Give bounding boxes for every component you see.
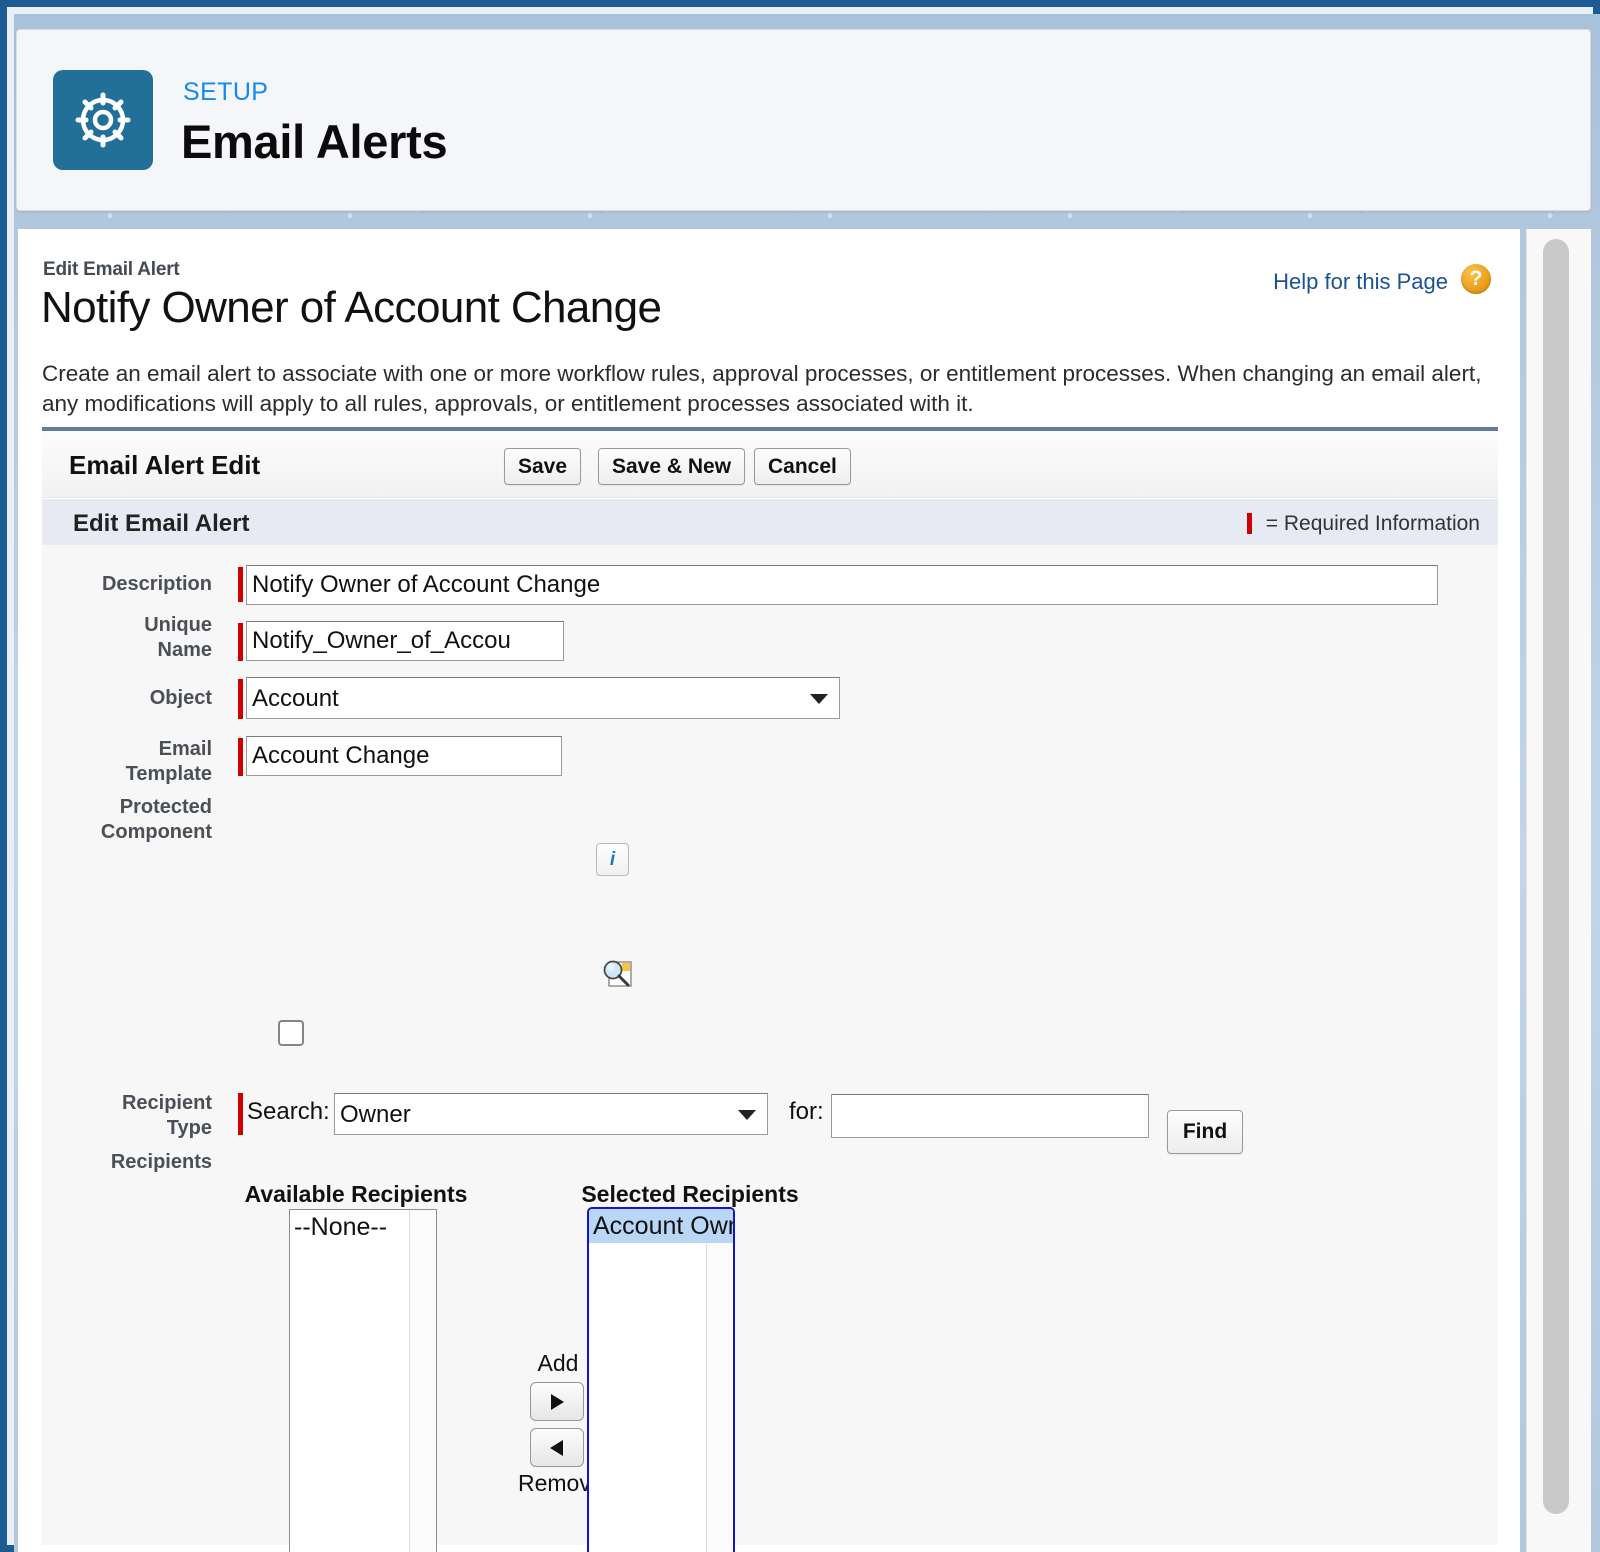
triangle-right-icon xyxy=(551,1394,564,1410)
object-label: Object xyxy=(149,687,212,709)
protected-component-checkbox[interactable] xyxy=(278,1020,304,1046)
required-legend-text: = Required Information xyxy=(1265,512,1480,535)
lookup-magnifier-icon[interactable] xyxy=(599,957,635,991)
email-template-input[interactable] xyxy=(246,736,562,776)
object-select-wrapper[interactable]: Account xyxy=(246,677,840,719)
add-label: Add xyxy=(537,1350,579,1376)
cancel-button[interactable]: Cancel xyxy=(754,448,851,485)
intro-description: Create an email alert to associate with … xyxy=(42,361,1482,416)
recipient-type-label-line1: Recipient xyxy=(121,1092,212,1114)
recipient-search-select[interactable]: Owner xyxy=(334,1093,768,1135)
page-title: Email Alerts xyxy=(181,115,448,168)
selected-recipients-listbox[interactable]: Account Owner xyxy=(587,1207,735,1552)
section-header-band: Edit Email Alert = Required Information xyxy=(42,499,1498,546)
edit-toolbar-title: Email Alert Edit xyxy=(69,450,261,480)
browser-window-frame: SETUP Email Alerts Edit Email Alert Noti… xyxy=(0,0,1600,1552)
available-recipients-header: Available Recipients xyxy=(244,1181,468,1207)
add-button[interactable] xyxy=(530,1382,584,1421)
unique-name-required-marker xyxy=(238,623,243,661)
recipient-search-for-input[interactable] xyxy=(831,1094,1149,1138)
email-template-label-line1: Email xyxy=(158,738,212,760)
unique-name-input[interactable] xyxy=(246,621,564,661)
unique-name-label-line2: Name xyxy=(157,639,212,661)
object-required-marker xyxy=(238,679,243,719)
remove-button[interactable] xyxy=(530,1428,584,1467)
protected-component-label-line2: Component xyxy=(100,821,212,843)
selected-listbox-scrollbar[interactable] xyxy=(706,1209,733,1552)
section-title: Edit Email Alert xyxy=(73,510,250,537)
help-for-this-page-link[interactable]: Help for this Page xyxy=(1273,269,1448,295)
unique-name-label-line1: Unique xyxy=(144,614,212,636)
save-button[interactable]: Save xyxy=(504,448,582,485)
description-required-marker xyxy=(238,567,243,602)
save-and-new-button[interactable]: Save & New xyxy=(598,448,746,485)
form-body: Description Unique Name i Object Account… xyxy=(42,545,1498,1552)
find-button[interactable]: Find xyxy=(1167,1110,1243,1154)
triangle-left-icon xyxy=(550,1440,563,1456)
email-template-label-line2: Template xyxy=(125,763,212,785)
remove-label: Remove xyxy=(518,1470,604,1496)
recipient-type-required-marker xyxy=(238,1093,243,1135)
required-marker-icon xyxy=(1246,513,1252,534)
available-recipients-listbox[interactable]: --None-- xyxy=(289,1209,437,1552)
email-template-required-marker xyxy=(238,738,243,776)
page-scrollbar-thumb[interactable] xyxy=(1543,239,1569,1514)
list-item[interactable]: --None-- xyxy=(290,1210,436,1244)
search-label: Search: xyxy=(247,1098,330,1125)
setup-header-card: SETUP Email Alerts xyxy=(16,29,1591,211)
gear-icon xyxy=(53,70,153,170)
required-information-legend: = Required Information xyxy=(1246,512,1480,536)
object-select[interactable]: Account xyxy=(246,677,840,719)
info-icon-glyph: i xyxy=(609,849,616,870)
selected-recipients-header: Selected Recipients xyxy=(581,1181,799,1207)
recipients-label: Recipients xyxy=(110,1151,212,1173)
main-content-panel: Edit Email Alert Notify Owner of Account… xyxy=(18,229,1520,1552)
help-question-icon[interactable]: ? xyxy=(1461,264,1491,294)
edit-toolbar: Email Alert Edit Save Save & New Cancel xyxy=(42,427,1498,498)
recipient-search-select-wrapper[interactable]: Owner xyxy=(334,1093,768,1135)
for-label: for: xyxy=(789,1098,824,1125)
list-item[interactable]: Account Owner xyxy=(589,1209,733,1243)
breadcrumb: Edit Email Alert xyxy=(43,259,180,280)
protected-component-label-line1: Protected xyxy=(119,796,212,818)
recipient-type-label-line2: Type xyxy=(166,1117,212,1139)
description-label: Description xyxy=(101,573,212,595)
info-icon[interactable]: i xyxy=(596,843,629,876)
record-title: Notify Owner of Account Change xyxy=(41,283,662,332)
available-listbox-scrollbar[interactable] xyxy=(409,1210,436,1552)
setup-eyebrow-label: SETUP xyxy=(183,78,269,106)
description-input[interactable] xyxy=(246,565,1438,605)
